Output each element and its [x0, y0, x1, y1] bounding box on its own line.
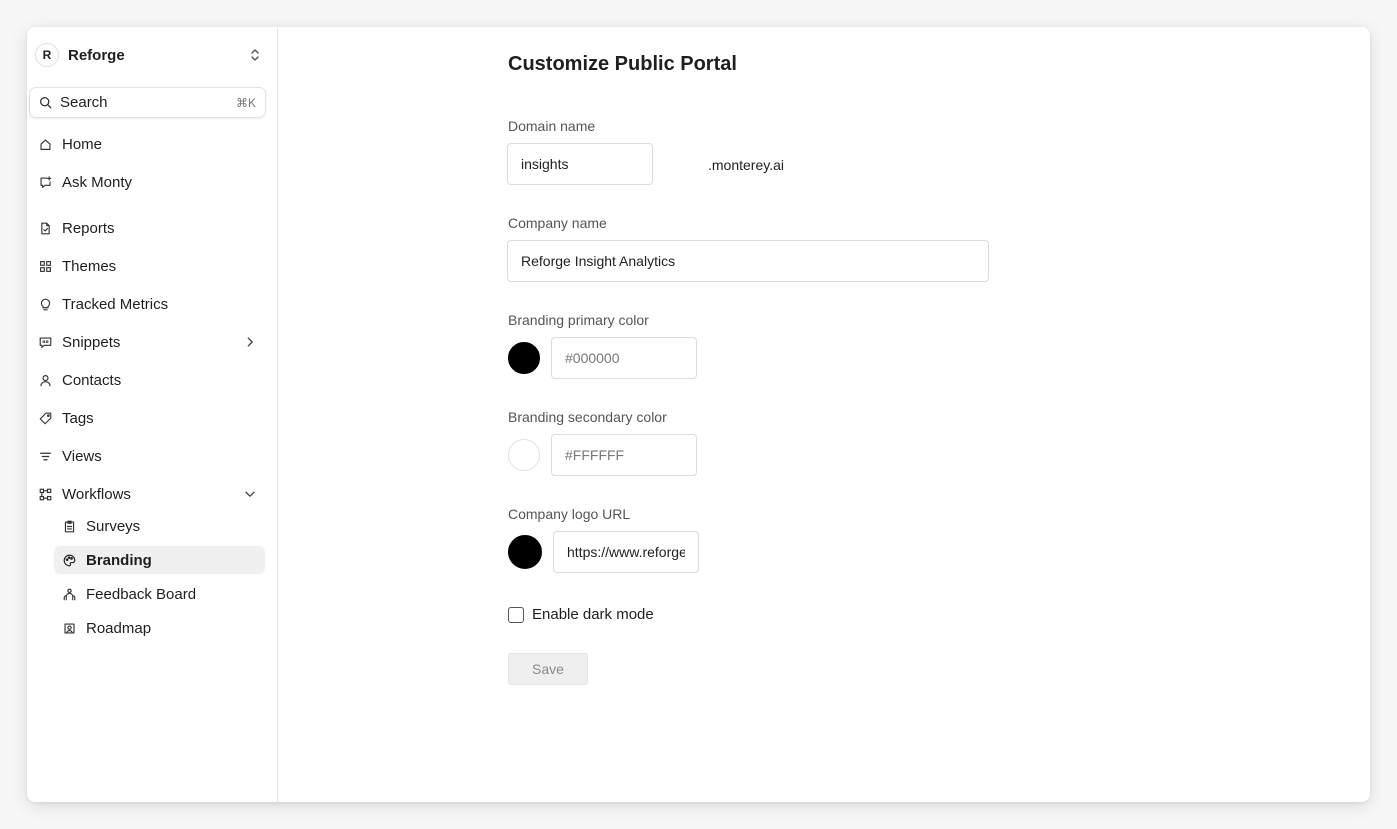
save-button[interactable]: Save	[508, 653, 588, 685]
logo-url-label: Company logo URL	[508, 506, 631, 522]
primary-color-input[interactable]	[551, 337, 697, 379]
app-window: R Reforge Search ⌘K Home Ask Monty Repor…	[27, 27, 1370, 802]
sidebar-item-tags[interactable]: Tags	[33, 404, 265, 432]
sidebar-item-branding[interactable]: Branding	[54, 546, 265, 574]
home-icon	[39, 138, 51, 150]
sidebar-item-tracked-metrics[interactable]: Tracked Metrics	[33, 290, 265, 318]
dark-mode-label[interactable]: Enable dark mode	[532, 606, 654, 623]
sidebar-item-label: Workflows	[62, 485, 131, 503]
grid-icon	[39, 260, 51, 272]
domain-name-label: Domain name	[508, 118, 596, 134]
chevron-up-down-icon	[251, 49, 259, 61]
sidebar-item-label: Ask Monty	[62, 173, 133, 191]
search-box[interactable]: Search ⌘K	[29, 87, 266, 118]
sidebar-item-views[interactable]: Views	[33, 442, 265, 470]
chevron-down-icon	[245, 491, 255, 497]
sidebar-item-label: Surveys	[86, 517, 141, 535]
main-content: Customize Public Portal Domain name .mon…	[279, 27, 1370, 802]
search-icon	[39, 96, 52, 109]
sidebar-item-label: Branding	[86, 551, 152, 569]
sidebar-item-label: Views	[62, 447, 102, 465]
company-name-label: Company name	[508, 215, 607, 231]
dark-mode-checkbox[interactable]	[508, 607, 524, 623]
secondary-color-input[interactable]	[551, 434, 697, 476]
sidebar-item-ask-monty[interactable]: Ask Monty	[33, 168, 265, 196]
search-shortcut: ⌘K	[235, 95, 256, 110]
map-pin-icon	[63, 622, 75, 634]
filter-icon	[39, 452, 51, 460]
quote-icon	[39, 336, 51, 348]
primary-color-swatch[interactable]	[508, 342, 540, 374]
domain-name-input[interactable]	[507, 143, 653, 185]
workspace-switcher[interactable]: R Reforge	[35, 41, 263, 69]
logo-preview-icon	[508, 535, 542, 569]
sidebar-item-label: Tracked Metrics	[62, 295, 169, 313]
sidebar-item-home[interactable]: Home	[33, 130, 265, 158]
sidebar: R Reforge Search ⌘K Home Ask Monty Repor…	[27, 27, 278, 802]
people-icon	[63, 588, 75, 600]
search-label: Search	[60, 94, 108, 111]
company-name-input[interactable]	[507, 240, 989, 282]
sidebar-item-label: Tags	[62, 409, 94, 427]
chevron-right-icon	[247, 337, 253, 347]
sidebar-item-label: Reports	[62, 219, 115, 237]
user-icon	[39, 374, 51, 386]
sidebar-item-label: Roadmap	[86, 619, 152, 637]
lightbulb-icon	[40, 298, 50, 310]
secondary-color-label: Branding secondary color	[508, 409, 667, 425]
document-icon	[40, 222, 50, 234]
domain-suffix: .monterey.ai	[708, 157, 784, 173]
chat-plus-icon	[39, 175, 51, 188]
sidebar-item-label: Snippets	[62, 333, 121, 351]
sidebar-item-workflows[interactable]: Workflows	[33, 480, 265, 508]
sidebar-item-label: Home	[62, 135, 103, 153]
sidebar-item-label: Feedback Board	[86, 585, 197, 603]
palette-icon	[63, 554, 75, 566]
logo-url-input[interactable]	[553, 531, 699, 573]
secondary-color-swatch[interactable]	[508, 439, 540, 471]
sidebar-item-themes[interactable]: Themes	[33, 252, 265, 280]
sidebar-item-contacts[interactable]: Contacts	[33, 366, 265, 394]
page-title: Customize Public Portal	[508, 53, 737, 75]
sidebar-item-feedback-board[interactable]: Feedback Board	[54, 580, 265, 608]
sidebar-item-label: Themes	[62, 257, 117, 275]
sidebar-item-label: Contacts	[62, 371, 122, 389]
sidebar-item-snippets[interactable]: Snippets	[33, 328, 265, 356]
clipboard-icon	[64, 520, 74, 532]
primary-color-label: Branding primary color	[508, 312, 649, 328]
workspace-avatar: R	[35, 43, 59, 67]
sidebar-item-reports[interactable]: Reports	[33, 214, 265, 242]
tag-icon	[39, 412, 51, 424]
sidebar-item-roadmap[interactable]: Roadmap	[54, 614, 265, 642]
sidebar-item-surveys[interactable]: Surveys	[54, 512, 265, 540]
workspace-name: Reforge	[68, 46, 125, 64]
workflow-icon	[39, 488, 51, 500]
